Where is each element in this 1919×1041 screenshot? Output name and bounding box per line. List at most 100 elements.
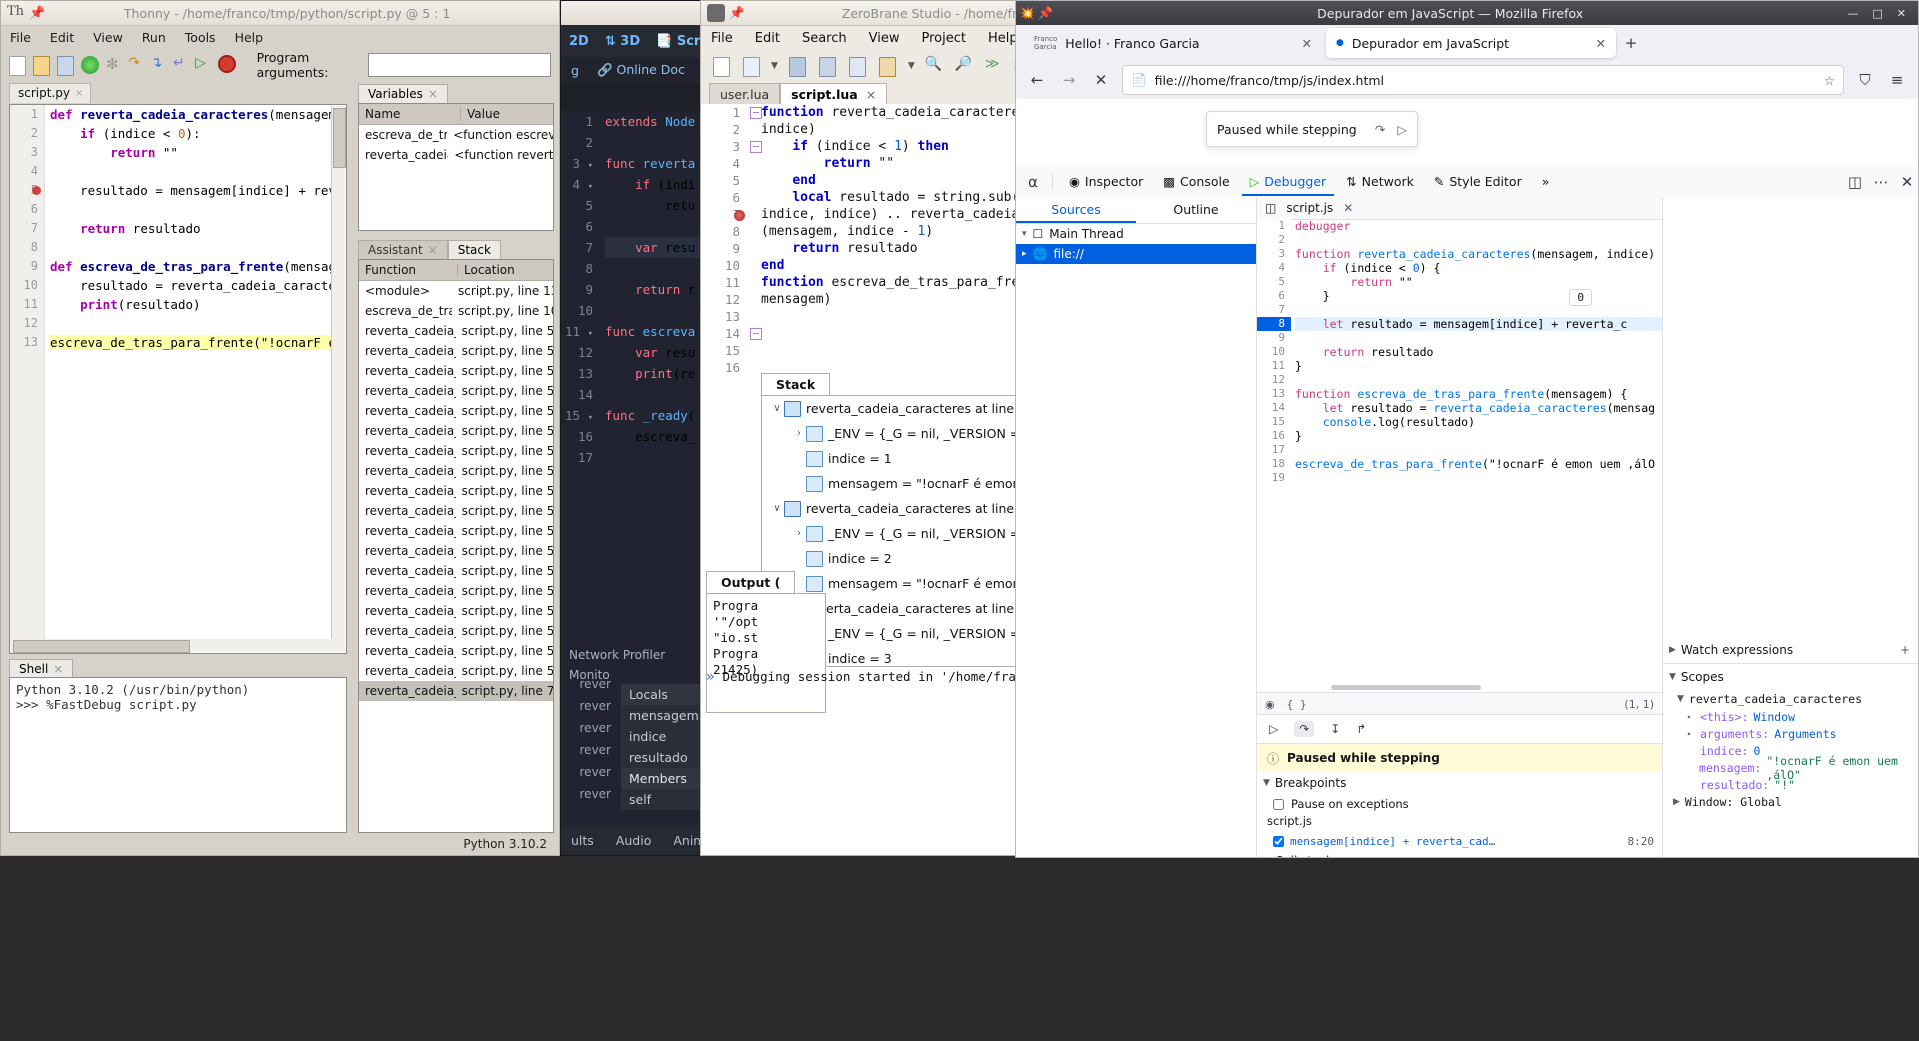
line-number[interactable]: 3 [1257,247,1291,261]
table-row[interactable]: reverta_cadeia_car script.py, line 5 [359,421,553,441]
thonny-editor-tabs[interactable]: script.py × [1,82,559,103]
debugger-controls[interactable]: ▷ ↷ ↧ ↱ [1257,715,1662,744]
devtools-close-icon[interactable]: ✕ [1896,171,1918,193]
close-icon[interactable]: × [75,88,83,99]
godot-stack-entry[interactable]: rever [561,673,617,695]
step-over-icon[interactable]: ↷ [1294,721,1315,737]
table-row[interactable]: reverta_cadeia_car script.py, line 5 [359,441,553,461]
tab-script-py[interactable]: script.py × [9,83,92,103]
back-icon[interactable]: ← [1026,69,1048,91]
breakpoint-item[interactable]: mensagem[indice] + reverta_cad… 8:20 [1257,832,1662,850]
firefox-tabstrip[interactable]: Franco Garcia Hello! · Franco Garcia ✕ ● … [1016,25,1918,61]
menu-file[interactable]: File [7,29,34,46]
godot-bottom-audio[interactable]: Audio [616,833,652,848]
breakpoints-section-header[interactable]: ▼ Breakpoints [1257,772,1662,794]
browser-tab-debugger[interactable]: ● Depurador em JavaScript ✕ [1326,28,1616,58]
fold-icon[interactable]: ▾ [588,182,593,192]
find-replace-icon[interactable]: 🔎 [955,56,975,76]
tab-script-lua[interactable]: script.lua × [780,83,888,105]
online-docs-link[interactable]: 🔗 Online Doc [597,62,685,78]
python-source-code[interactable]: def reverta_cadeia_caracteres(mensagem, … [50,105,346,352]
browser-tab-hello[interactable]: Franco Garcia Hello! · Franco Garcia ✕ [1024,28,1322,58]
scope-variable-row[interactable]: ▸ <this>: Window [1663,708,1918,725]
step-out-icon[interactable]: ↱ [1356,722,1366,736]
close-icon[interactable]: × [53,662,63,676]
pause-on-exceptions-row[interactable]: Pause on exceptions [1257,794,1662,814]
chevron-down-icon[interactable]: ▼ [1263,856,1270,857]
collapse-pane-icon[interactable]: ◫ [1265,201,1276,215]
js-line-gutter[interactable]: 1 2 3 4 5 6 7 8 9 10 11 12 13 14 15 16 17 18 19 [1257,219,1291,715]
expander-icon[interactable]: ∨ [770,503,784,514]
new-file-icon[interactable] [711,56,731,77]
devtools-tab-network[interactable]: ⇅ Network [1338,169,1422,196]
godot-stack-entry[interactable]: rever [561,761,617,783]
bookmark-icon[interactable]: ☆ [1824,73,1835,88]
debugger-right-pane[interactable]: ▶ Watch expressions + ▼ Scopes ▼ reverta… [1662,197,1918,857]
debugger-source-view[interactable]: ◫ script.js ✕ 1 2 3 4 5 6 7 8 9 10 11 12 13 14 15 16 17 1… [1257,197,1662,715]
line-number[interactable]: 2 [1257,233,1291,247]
maximize-button[interactable]: □ [1872,7,1882,20]
zerobrane-stack-tab[interactable]: Stack [761,373,831,395]
table-row[interactable]: reverta_cadeia_car <function reverta_ [359,145,553,165]
line-number[interactable]: 10 [1257,345,1291,359]
menu-edit[interactable]: Edit [755,31,780,46]
close-icon[interactable]: × [428,87,438,101]
menu-help[interactable]: Help [988,31,1018,46]
resume-icon[interactable]: ▷ [1397,122,1407,137]
variables-tabstrip[interactable]: Variables × [358,83,448,103]
table-row[interactable]: reverta_cadeia_car script.py, line 5 [359,461,553,481]
chevron-right-icon[interactable]: ▸ [1022,249,1027,259]
watch-expressions-header[interactable]: ▶ Watch expressions + [1663,637,1918,664]
scope-global-row[interactable]: ▶ Window: Global [1663,793,1918,811]
step-icon[interactable]: ↷ [1375,122,1385,137]
scope-variable-row[interactable]: ▸ arguments: Arguments [1663,725,1918,742]
line-number[interactable]: 13 [1257,387,1291,401]
stop-icon[interactable] [217,55,236,75]
thonny-shell[interactable]: Python 3.10.2 (/usr/bin/python) >>> %Fast… [9,677,347,833]
debugger-bottom-pane[interactable]: ▷ ↷ ↧ ↱ ⓘ Paused while stepping ▼ Breakp… [1257,714,1662,857]
thonny-code-editor[interactable]: 12345678910111213 def reverta_cadeia_car… [9,104,347,654]
chevron-down-icon-2[interactable]: ▼ [908,61,915,71]
close-icon[interactable]: ✕ [1596,36,1606,51]
stop-icon[interactable]: ✕ [1090,69,1112,91]
table-row[interactable]: reverta_cadeia_car script.py, line 5 [359,661,553,681]
split-console-icon[interactable]: ◫ [1844,171,1866,193]
menu-tools[interactable]: Tools [182,29,219,46]
save-icon[interactable] [788,56,808,77]
table-row[interactable]: reverta_cadeia_car script.py, line 5 [359,381,553,401]
line-number[interactable]: 5 [1257,275,1291,289]
source-tree-main-thread[interactable]: ▾ ☐ Main Thread [1016,224,1256,244]
shell-tabstrip[interactable]: Shell × [9,659,74,678]
line-number[interactable]: 4 [1257,261,1291,275]
table-row[interactable]: reverta_cadeia_car script.py, line 5 [359,521,553,541]
table-row[interactable]: escreva_de_tras_pa script.py, line 10 [359,301,553,321]
thonny-toolbar[interactable]: ✻ ↷ ↴ ↵ ▷ Program arguments: [1,48,559,82]
paste-icon[interactable] [878,56,898,77]
table-row[interactable]: reverta_cadeia_car script.py, line 5 [359,501,553,521]
source-footer[interactable]: ◉ { } (1, 1) [1257,692,1662,715]
line-number[interactable]: 18 [1257,457,1291,471]
step-out-icon[interactable]: ↵ [173,55,188,75]
close-icon[interactable]: ✕ [1302,36,1312,51]
callstack-section-header[interactable]: ▼ Call stack [1257,850,1662,857]
chevron-right-icon[interactable]: ▶ [1669,645,1676,655]
pause-on-exceptions-checkbox[interactable] [1273,798,1284,810]
close-button[interactable]: ✕ [1897,7,1906,20]
line-number[interactable]: 1 [1257,219,1291,233]
godot-stack-entry[interactable]: rever [561,739,617,761]
firefox-navbar[interactable]: ← → ✕ 📄 file:///home/franco/tmp/js/index… [1016,61,1918,99]
tab-shell[interactable]: Shell × [9,659,74,678]
godot-tab-2d[interactable]: 2D [569,34,589,49]
breakpoint-checkbox[interactable] [1273,835,1284,847]
debugger-sources-pane[interactable]: Sources Outline ▾ ☐ Main Thread ▸ 🌐 file… [1016,197,1257,857]
new-file-icon[interactable] [9,55,26,76]
line-number[interactable]: 9 [1257,331,1291,345]
javascript-source-code[interactable]: debugger function reverta_cadeia_caracter… [1295,219,1662,715]
program-arguments-input[interactable] [368,53,551,77]
menu-run[interactable]: Run [139,29,169,46]
close-icon[interactable]: × [866,87,876,102]
address-bar[interactable]: 📄 file:///home/franco/tmp/js/index.html … [1122,65,1844,95]
step-in-icon[interactable]: ↧ [1330,722,1340,736]
line-number[interactable]: 14 [1257,401,1291,415]
paused-while-stepping-popup[interactable]: Paused while stepping ↷ ▷ [1206,111,1418,147]
